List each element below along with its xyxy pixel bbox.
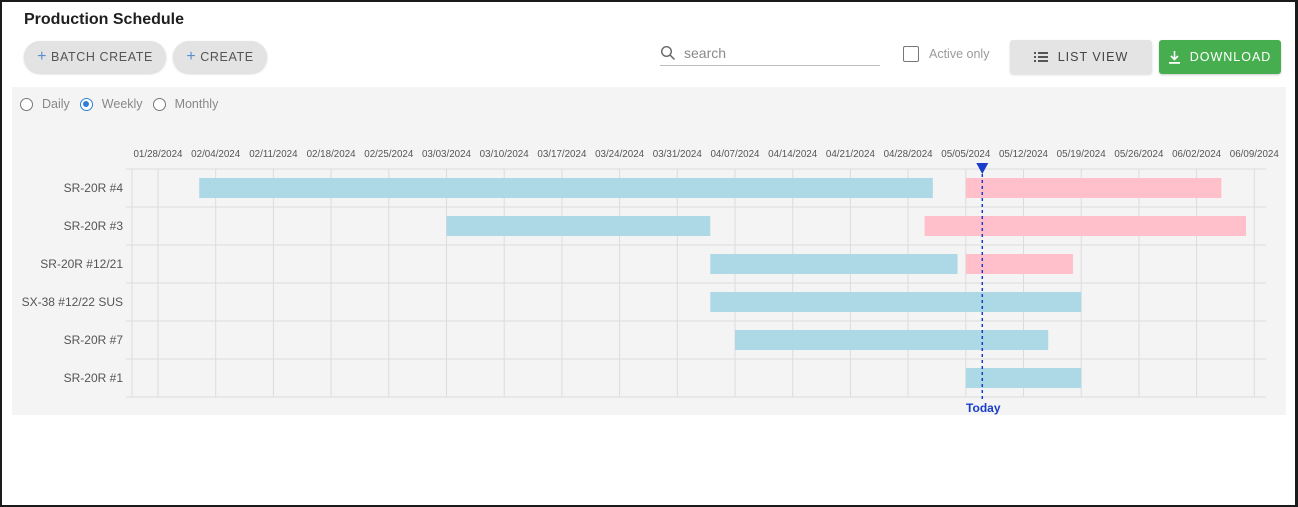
gantt-chart: 01/28/2024 02/04/2024 02/11/2024 02/18/2024…: [22, 149, 1280, 415]
schedule-bar[interactable]: [446, 216, 711, 236]
x-tick-label: 03/03/2024: [422, 149, 472, 160]
schedule-bar[interactable]: [710, 254, 958, 274]
x-tick-label: 02/04/2024: [191, 149, 241, 160]
x-tick-label: 03/24/2024: [595, 149, 645, 160]
schedule-bar[interactable]: [965, 178, 1222, 198]
row-label: SR-20R #1: [64, 371, 124, 385]
x-tick-label: 05/12/2024: [999, 149, 1049, 160]
schedule-bar[interactable]: [924, 216, 1247, 236]
schedule-bar[interactable]: [965, 368, 1082, 388]
x-tick-label: 04/21/2024: [826, 149, 876, 160]
today-label: Today: [966, 401, 1001, 415]
x-tick-label: 02/25/2024: [364, 149, 414, 160]
row-label: SR-20R #7: [64, 333, 124, 347]
row-label: SR-20R #3: [64, 219, 124, 233]
x-tick-label: 03/17/2024: [537, 149, 587, 160]
schedule-bar[interactable]: [735, 330, 1049, 350]
schedule-bar[interactable]: [710, 292, 1082, 312]
x-tick-label: 04/28/2024: [884, 149, 934, 160]
x-tick-label: 03/10/2024: [480, 149, 530, 160]
row-label: SR-20R #4: [64, 181, 124, 195]
x-tick-label: 05/05/2024: [941, 149, 991, 160]
x-tick-label: 05/19/2024: [1057, 149, 1107, 160]
x-tick-label: 05/26/2024: [1114, 149, 1164, 160]
x-tick-label: 06/02/2024: [1172, 149, 1222, 160]
x-tick-label: 02/18/2024: [307, 149, 357, 160]
x-tick-label: 02/11/2024: [249, 149, 298, 160]
x-tick-label: 03/31/2024: [653, 149, 703, 160]
x-tick-label: 06/09/2024: [1230, 149, 1280, 160]
x-tick-label: 04/14/2024: [768, 149, 818, 160]
x-tick-label: 04/07/2024: [710, 149, 760, 160]
schedule-bar[interactable]: [199, 178, 933, 198]
x-tick-label: 01/28/2024: [133, 149, 183, 160]
row-label: SX-38 #12/22 SUS: [22, 295, 123, 309]
row-label: SR-20R #12/21: [40, 257, 123, 271]
